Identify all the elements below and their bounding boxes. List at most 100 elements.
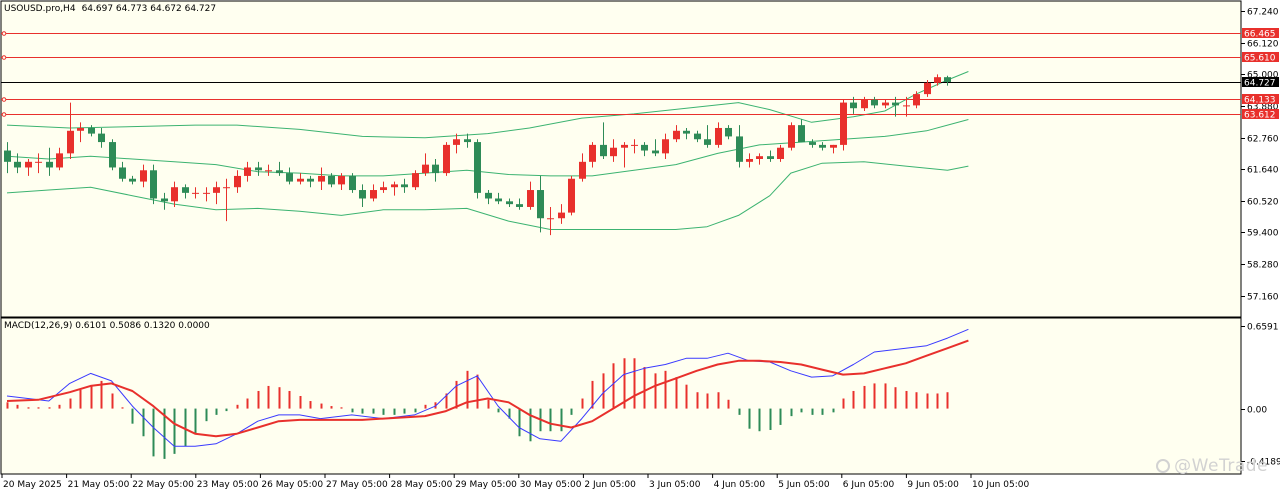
macd-y-tick-label: 0.6591 [1247, 323, 1279, 333]
candle-down [464, 139, 471, 143]
x-tick-label: 10 Jun 05:00 [972, 480, 1029, 490]
x-tick-label: 21 May 05:00 [68, 480, 130, 490]
candle-up [631, 144, 638, 146]
candle-up [234, 175, 241, 188]
x-tick-label: 20 May 2025 [3, 480, 62, 490]
price-level-label: 63.612 [1244, 111, 1276, 121]
candle-up [422, 164, 429, 174]
candle-up [715, 127, 722, 145]
y-tick-label: 58.280 [1247, 261, 1279, 271]
macd-chart-title: MACD(12,26,9) 0.6101 0.5086 0.1320 0.000… [4, 321, 210, 331]
candle-up [527, 190, 534, 207]
candle-up [265, 170, 272, 172]
x-tick-label: 9 Jun 05:00 [907, 480, 959, 490]
candle-up [297, 178, 304, 182]
candle-up [610, 147, 617, 157]
x-tick-label: 27 May 05:00 [326, 480, 388, 490]
candle-up [380, 187, 387, 191]
price-level-label: 65.610 [1244, 54, 1276, 64]
candle-down [600, 144, 607, 157]
y-tick-label: 59.400 [1247, 229, 1279, 239]
x-tick-label: 30 May 05:00 [520, 480, 582, 490]
candle-down [683, 130, 690, 134]
candle-up [318, 175, 325, 182]
candle-down [432, 164, 439, 174]
y-tick-label: 62.760 [1247, 135, 1279, 145]
candle-down [495, 198, 502, 202]
candle-down [161, 198, 168, 202]
x-tick-label: 23 May 05:00 [197, 480, 259, 490]
macd-y-tick-label: 0.00 [1247, 406, 1267, 416]
price-level-anchor [1, 31, 7, 36]
candle-up [35, 161, 42, 163]
candle-down [850, 102, 857, 109]
candle-up [370, 190, 377, 199]
candle-down [359, 190, 366, 199]
candle-up [579, 161, 586, 179]
candle-down [819, 144, 826, 148]
candle-up [756, 156, 763, 159]
candle-down [652, 150, 659, 154]
candle-up [621, 144, 628, 148]
candle-up [924, 82, 931, 95]
candle-up [213, 187, 220, 193]
candle-up [25, 161, 32, 168]
x-tick-label: 4 Jun 05:00 [714, 480, 766, 490]
candle-down [809, 142, 816, 145]
x-tick-label: 2 Jun 05:00 [584, 480, 636, 490]
candle-up [589, 144, 596, 162]
candle-up [788, 125, 795, 148]
candle-down [46, 161, 53, 168]
watermark-text: @WeTrade [1174, 456, 1268, 476]
current-price-label: 64.727 [1244, 79, 1276, 89]
y-tick-label: 66.120 [1247, 40, 1279, 50]
candle-down [725, 127, 732, 137]
x-tick-label: 28 May 05:00 [391, 480, 453, 490]
candle-up [192, 192, 199, 194]
macd-plot-background [0, 317, 1242, 475]
x-tick-label: 6 Jun 05:00 [843, 480, 895, 490]
candle-up [882, 102, 889, 106]
candle-down [255, 167, 262, 171]
candle-up [777, 147, 784, 159]
y-tick-label: 61.640 [1247, 166, 1279, 176]
y-tick-label: 67.240 [1247, 8, 1279, 18]
y-tick-label: 57.160 [1247, 293, 1279, 303]
candle-up [67, 130, 74, 154]
candle-down [516, 204, 523, 207]
candle-down [767, 156, 774, 159]
candle-up [903, 105, 910, 107]
candle-down [14, 161, 21, 168]
price-level-anchor [1, 112, 7, 117]
main-plot-background [0, 0, 1242, 318]
candle-down [307, 178, 314, 182]
candle-up [547, 218, 554, 220]
candle-down [401, 184, 408, 188]
candle-up [830, 144, 837, 148]
candle-down [276, 170, 283, 174]
price-level-label: 66.465 [1244, 30, 1276, 40]
y-tick-label: 60.520 [1247, 198, 1279, 208]
candle-down [506, 201, 513, 205]
x-tick-label: 5 Jun 05:00 [778, 480, 830, 490]
candle-up [391, 184, 398, 188]
candle-up [568, 178, 575, 213]
candle-down [286, 173, 293, 182]
candle-up [746, 159, 753, 162]
candle-up [203, 192, 210, 194]
candle-down [944, 77, 951, 82]
chart-canvas: 67.24066.12065.00063.88062.76061.64060.5… [0, 0, 1280, 492]
candle-down [328, 175, 335, 185]
ohlc-header: 64.697 64.773 64.672 64.727 [82, 4, 217, 14]
candle-down [109, 142, 116, 168]
candle-down [349, 175, 356, 191]
candle-up [662, 139, 669, 154]
candle-down [485, 192, 492, 199]
main-chart-title: USOUSD.pro,H4 64.697 64.773 64.672 64.727 [4, 4, 216, 14]
candle-down [119, 167, 126, 179]
candle-down [537, 190, 544, 219]
candle-up [840, 102, 847, 145]
candle-up [934, 77, 941, 83]
candle-down [641, 144, 648, 151]
candle-down [4, 150, 11, 162]
